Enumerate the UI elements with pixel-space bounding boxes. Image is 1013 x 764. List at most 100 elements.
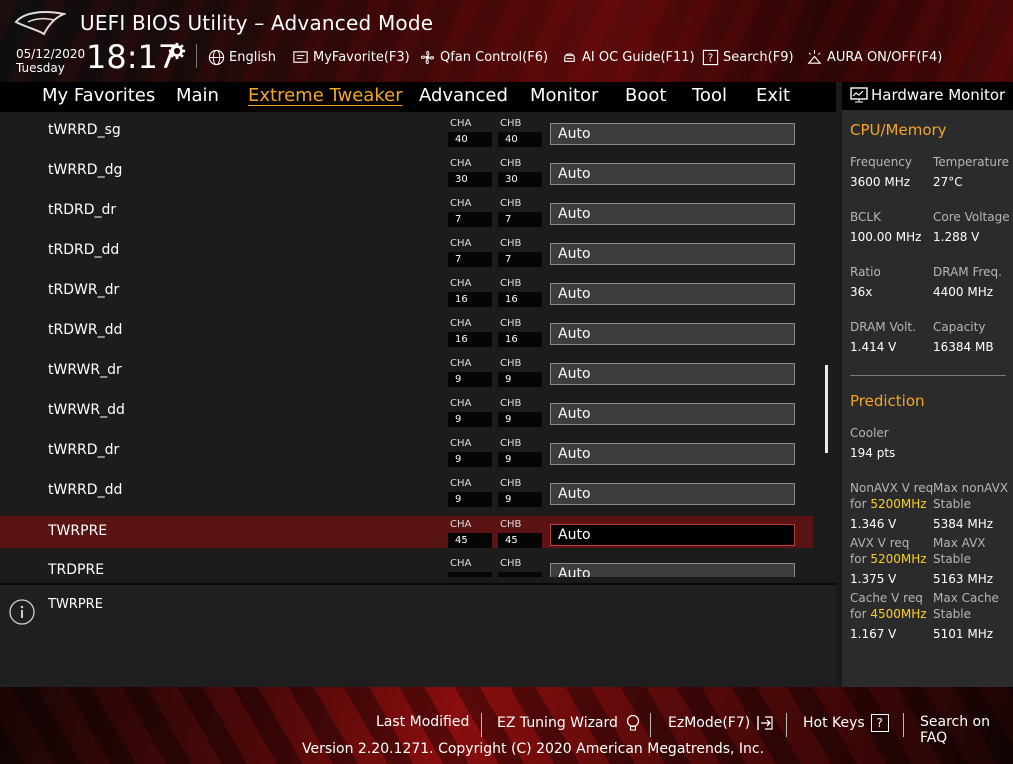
tab-tool[interactable]: Tool (692, 85, 727, 106)
setting-row[interactable]: tRDWR_dr CHA 16 CHB 16 Auto (0, 275, 813, 307)
setting-row[interactable]: tRDRD_dr CHA 7 CHB 7 Auto (0, 195, 813, 227)
tab-main[interactable]: Main (176, 85, 219, 106)
aura-label: AURA ON/OFF(F4) (827, 49, 943, 65)
max-avx-label: Max AVX (933, 536, 986, 550)
help-panel: TWRPRE (0, 583, 836, 689)
clock-time: 18:17 (86, 38, 179, 76)
cha-value: 30 (448, 172, 492, 187)
lightbulb-icon (626, 714, 640, 731)
setting-value-field[interactable]: Auto (550, 524, 795, 546)
setting-value-field[interactable]: Auto (550, 483, 795, 505)
monitor-divider (850, 375, 1006, 376)
setting-row[interactable]: TWRPRE CHA 45 CHB 45 Auto (0, 516, 813, 548)
gear-icon[interactable] (168, 42, 186, 60)
ezmode-button[interactable]: EzMode(F7) (668, 714, 774, 732)
last-modified-button[interactable]: Last Modified (376, 714, 469, 730)
cha-label: CHA (450, 318, 472, 329)
hot-keys-button[interactable]: Hot Keys ? (803, 714, 889, 732)
setting-row[interactable]: tWRRD_dr CHA 9 CHB 9 Auto (0, 435, 813, 467)
setting-row[interactable]: tRDWR_dd CHA 16 CHB 16 Auto (0, 315, 813, 347)
setting-value-field[interactable]: Auto (550, 403, 795, 425)
chb-label: CHB (500, 519, 522, 530)
search-label: Search(F9) (723, 49, 794, 65)
cha-value-box: CHA (448, 555, 492, 577)
day-text: Tuesday (16, 61, 65, 75)
setting-value-field[interactable]: Auto (550, 443, 795, 465)
cha-label: CHA (450, 158, 472, 169)
cache-for-line: for 4500MHz (850, 607, 927, 621)
bclk-label: BCLK (850, 210, 881, 224)
setting-value-field[interactable]: Auto (550, 203, 795, 225)
search-button[interactable]: ? Search(F9) (702, 48, 794, 66)
cha-value: 7 (448, 212, 492, 227)
setting-row[interactable]: tWRWR_dd CHA 9 CHB 9 Auto (0, 395, 813, 427)
ez-tuning-wizard-label: EZ Tuning Wizard (497, 715, 618, 731)
nonavx-for-line: for 5200MHz (850, 497, 927, 511)
tab-boot[interactable]: Boot (625, 85, 666, 106)
tab-exit[interactable]: Exit (756, 85, 790, 106)
tab-advanced[interactable]: Advanced (419, 85, 508, 106)
tab-my-favorites[interactable]: My Favorites (42, 85, 155, 106)
chb-value-box: CHB 16 (498, 275, 542, 307)
max-nonavx-stable-label: Stable (933, 497, 972, 511)
cache-volt-value: 1.167 V (850, 627, 897, 641)
setting-label: tWRRD_dd (48, 482, 123, 498)
setting-value-field[interactable]: Auto (550, 323, 795, 345)
cha-label: CHA (450, 519, 472, 530)
setting-row[interactable]: tWRWR_dr CHA 9 CHB 9 Auto (0, 355, 813, 387)
myfavorite-button[interactable]: MyFavorite(F3) (292, 48, 410, 66)
setting-row[interactable]: TRDPRE CHA CHB Auto (0, 555, 813, 577)
tab-extreme-tweaker[interactable]: Extreme Tweaker (248, 85, 403, 106)
cha-value-box: CHA 7 (448, 195, 492, 227)
tab-monitor[interactable]: Monitor (530, 85, 598, 106)
chb-value-box: CHB 30 (498, 155, 542, 187)
setting-row[interactable]: tWRRD_sg CHA 40 CHB 40 Auto (0, 115, 813, 147)
setting-value-field[interactable]: Auto (550, 563, 795, 577)
svg-text:?: ? (708, 52, 714, 64)
avx-volt-value: 1.375 V (850, 572, 897, 586)
cha-label: CHA (450, 558, 472, 569)
setting-row[interactable]: tWRRD_dd CHA 9 CHB 9 Auto (0, 475, 813, 507)
setting-value-field[interactable]: Auto (550, 243, 795, 265)
footer-divider (650, 713, 651, 737)
setting-label: tRDRD_dd (48, 242, 120, 258)
cha-value-box: CHA 16 (448, 315, 492, 347)
chb-label: CHB (500, 558, 522, 569)
ai-oc-guide-button[interactable]: AI OC Guide(F11) (561, 48, 695, 66)
language-label: English (229, 49, 276, 65)
setting-label: TRDPRE (48, 562, 105, 577)
setting-label: TWRPRE (48, 523, 108, 539)
setting-value-field[interactable]: Auto (550, 163, 795, 185)
setting-value-field[interactable]: Auto (550, 363, 795, 385)
copyright-text: Version 2.20.1271. Copyright (C) 2020 Am… (302, 741, 765, 757)
setting-label: tRDWR_dr (48, 282, 120, 298)
setting-label: tWRRD_dg (48, 162, 123, 178)
ez-tuning-wizard-button[interactable]: EZ Tuning Wizard (497, 714, 642, 732)
cha-label: CHA (450, 118, 472, 129)
qfan-control-button[interactable]: Qfan Control(F6) (419, 48, 548, 66)
date-text: 05/12/2020 (16, 47, 86, 61)
nonavx-target-freq: 5200MHz (870, 497, 927, 511)
capacity-label: Capacity (933, 320, 986, 334)
frequency-value: 3600 MHz (850, 175, 911, 189)
setting-row[interactable]: tRDRD_dd CHA 7 CHB 7 Auto (0, 235, 813, 267)
dram-volt-value: 1.414 V (850, 340, 897, 354)
cha-value-box: CHA 45 (448, 516, 492, 548)
cha-value-box: CHA 40 (448, 115, 492, 147)
setting-value-field[interactable]: Auto (550, 123, 795, 145)
aura-toggle-button[interactable]: AURA ON/OFF(F4) (806, 48, 942, 66)
max-avx-stable-label: Stable (933, 552, 972, 566)
setting-value-field[interactable]: Auto (550, 283, 795, 305)
cooler-label: Cooler (850, 426, 889, 440)
max-avx-value: 5163 MHz (933, 572, 994, 586)
setting-row[interactable]: tWRRD_dg CHA 30 CHB 30 Auto (0, 155, 813, 187)
cha-label: CHA (450, 398, 472, 409)
chb-value: 45 (498, 533, 542, 548)
language-button[interactable]: English (208, 48, 276, 66)
cache-req-label: Cache V req (850, 591, 923, 605)
setting-label: tRDWR_dd (48, 322, 123, 338)
scrollbar-thumb[interactable] (825, 365, 828, 453)
cache-target-freq: 4500MHz (870, 607, 927, 621)
search-faq-button[interactable]: Search on FAQ (920, 714, 1013, 746)
chb-label: CHB (500, 238, 522, 249)
